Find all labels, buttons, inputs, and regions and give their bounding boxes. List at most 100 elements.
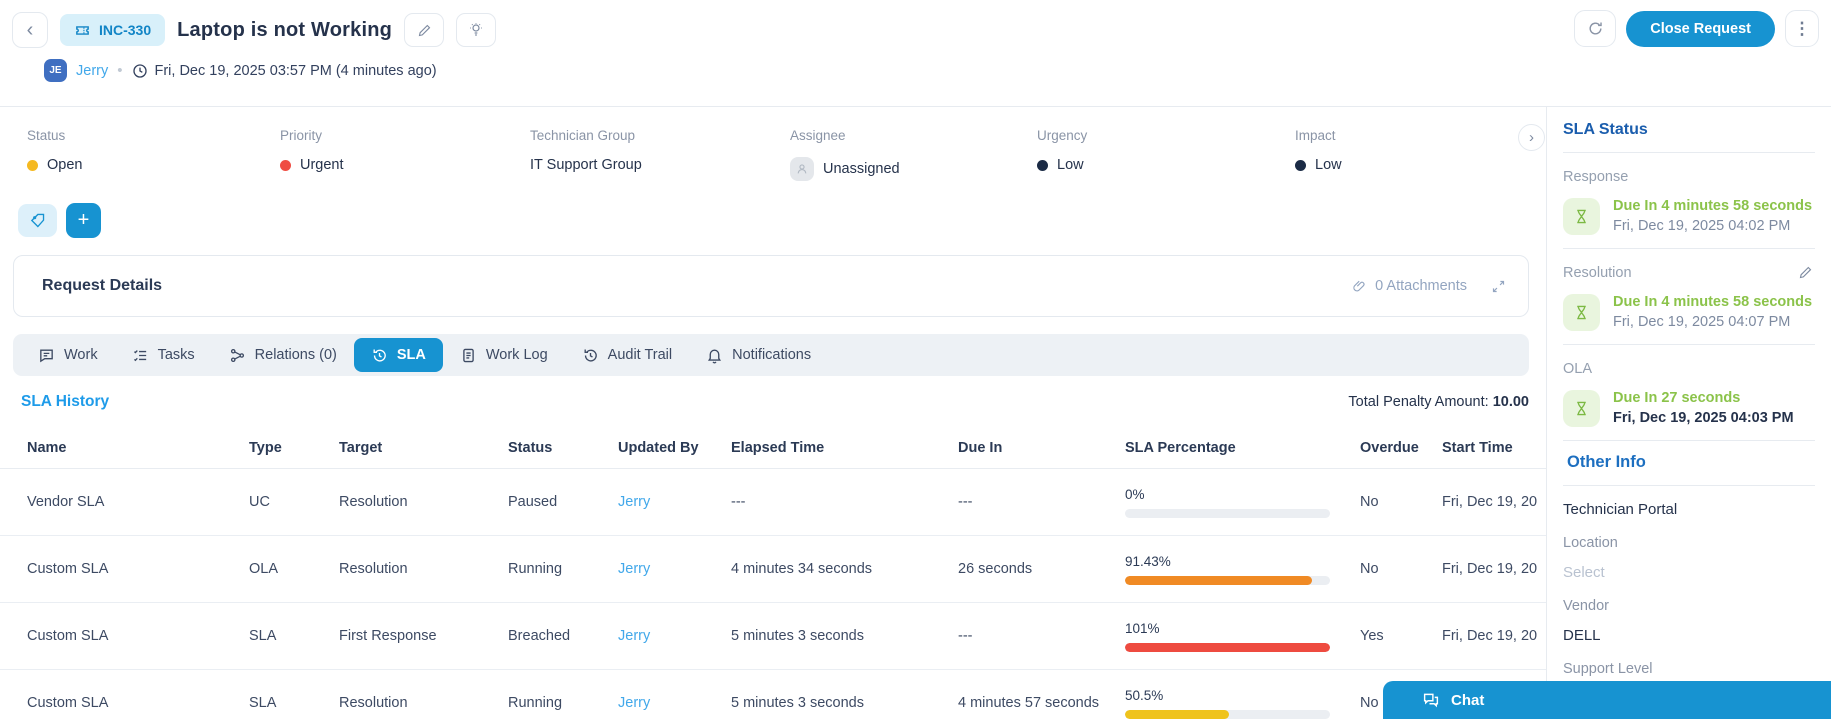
table-row[interactable]: Custom SLA OLA Resolution Running Jerry … — [0, 536, 1546, 603]
cell-target: Resolution — [339, 494, 408, 510]
sla-status-sidebar: SLA Status Response Due In 4 minutes 58 … — [1546, 107, 1831, 719]
idea-bulb-icon — [468, 22, 484, 38]
hourglass-icon — [1563, 198, 1600, 235]
hourglass-icon — [1563, 390, 1600, 427]
field-assignee[interactable]: Assignee Unassigned — [790, 128, 1037, 181]
field-status[interactable]: Status Open — [27, 128, 280, 181]
cell-due-in: --- — [958, 628, 973, 644]
cell-updated-by: Jerry — [618, 561, 731, 577]
cell-type: OLA — [249, 561, 279, 577]
sla-history-title: SLA History — [21, 393, 110, 410]
paperclip-icon — [1352, 279, 1367, 294]
ticket-icon — [74, 22, 91, 39]
tab-sla[interactable]: SLA — [353, 338, 443, 372]
support-level-label: Support Level — [1563, 661, 1653, 677]
tab-bar: Work Tasks Relations (0) SLA Work Log Au… — [13, 334, 1529, 376]
hourglass-icon — [1563, 294, 1600, 331]
cell-due-in: --- — [958, 494, 973, 510]
sla-history-table: Name Type Target Status Updated By Elaps… — [0, 427, 1546, 719]
divider — [1563, 485, 1815, 486]
sidebar-title: SLA Status — [1563, 121, 1648, 138]
sla-progress-bar — [1125, 709, 1330, 719]
updated-by-link[interactable]: Jerry — [618, 494, 650, 510]
checklist-icon — [132, 347, 149, 364]
tag-button[interactable] — [18, 204, 57, 237]
cell-name: Vendor SLA — [27, 494, 105, 510]
response-sla-block: Due In 4 minutes 58 seconds Fri, Dec 19,… — [1563, 198, 1815, 235]
requester-link[interactable]: Jerry — [76, 63, 108, 79]
table-row[interactable]: Vendor SLA UC Resolution Paused Jerry --… — [0, 469, 1546, 536]
edit-resolution-icon[interactable] — [1798, 265, 1813, 284]
chat-button[interactable]: Chat — [1383, 681, 1831, 719]
cell-start-time: Fri, Dec 19, 20 — [1442, 561, 1538, 577]
divider — [1563, 152, 1815, 153]
sla-progress-bar — [1125, 642, 1330, 652]
cell-name: Custom SLA — [27, 561, 109, 577]
add-tag-button[interactable]: + — [66, 203, 101, 238]
ticket-id: INC-330 — [99, 22, 152, 38]
table-row[interactable]: Custom SLA SLA First Response Breached J… — [0, 603, 1546, 670]
worklog-icon — [460, 347, 477, 364]
field-urgency[interactable]: Urgency Low — [1037, 128, 1295, 181]
updated-by-link[interactable]: Jerry — [618, 695, 650, 711]
cell-type: SLA — [249, 695, 277, 711]
ticket-fields-row: Status Open Priority Urgent Technician G… — [0, 107, 1546, 181]
divider — [1563, 248, 1815, 249]
tab-work-log[interactable]: Work Log — [443, 338, 565, 372]
priority-dot — [280, 159, 291, 171]
response-due: Due In 4 minutes 58 seconds — [1613, 198, 1813, 214]
cell-sla-percentage: 50.5% — [1125, 688, 1360, 719]
table-header-row: Name Type Target Status Updated By Elaps… — [0, 427, 1546, 469]
tab-work[interactable]: Work — [21, 338, 115, 372]
sla-progress-bar — [1125, 508, 1330, 518]
bell-icon — [706, 347, 723, 364]
table-body: Vendor SLA UC Resolution Paused Jerry --… — [0, 469, 1546, 719]
attachments-button[interactable]: 0 Attachments — [1352, 278, 1467, 294]
cell-updated-by: Jerry — [618, 628, 731, 644]
close-request-button[interactable]: Close Request — [1626, 10, 1775, 47]
location-label: Location — [1563, 535, 1618, 551]
audit-trail-icon — [582, 347, 599, 364]
technician-portal: Technician Portal — [1563, 501, 1678, 518]
cell-target: First Response — [339, 628, 437, 644]
location-select[interactable]: Select — [1563, 564, 1815, 581]
back-chevron-icon: ‹ — [26, 18, 34, 41]
request-details-title: Request Details — [42, 277, 163, 294]
created-time: Fri, Dec 19, 2025 03:57 PM (4 minutes ag… — [132, 63, 437, 79]
back-button[interactable]: ‹ — [12, 12, 48, 48]
divider — [1563, 440, 1815, 441]
cell-sla-percentage: 0% — [1125, 487, 1360, 518]
field-impact[interactable]: Impact Low — [1295, 128, 1546, 181]
field-priority[interactable]: Priority Urgent — [280, 128, 530, 181]
cell-start-time: Fri, Dec 19, 20 — [1442, 494, 1538, 510]
tab-notifications[interactable]: Notifications — [689, 338, 828, 372]
refresh-button[interactable] — [1574, 10, 1617, 47]
request-details-panel[interactable]: Request Details 0 Attachments — [13, 255, 1529, 317]
cell-elapsed-time: 5 minutes 3 seconds — [731, 695, 864, 711]
cell-start-time: Fri, Dec 19, 20 — [1442, 628, 1538, 644]
tab-audit-trail[interactable]: Audit Trail — [565, 338, 689, 372]
cell-sla-percentage: 91.43% — [1125, 554, 1360, 585]
cell-updated-by: Jerry — [618, 494, 731, 510]
urgency-dot — [1037, 159, 1048, 171]
expand-icon[interactable] — [1491, 279, 1506, 294]
table-row[interactable]: Custom SLA SLA Resolution Running Jerry … — [0, 670, 1546, 719]
tab-tasks[interactable]: Tasks — [115, 338, 212, 372]
clock-icon — [132, 63, 148, 79]
expand-fields-button[interactable]: › — [1518, 124, 1545, 151]
suggestion-button[interactable] — [456, 13, 497, 47]
tags-row: + — [0, 181, 1546, 238]
total-penalty: Total Penalty Amount: 10.00 — [1348, 394, 1529, 410]
ticket-id-badge[interactable]: INC-330 — [60, 14, 166, 46]
resolution-due: Due In 4 minutes 58 seconds — [1613, 294, 1813, 310]
more-actions-button[interactable]: ⋮ — [1785, 10, 1819, 47]
updated-by-link[interactable]: Jerry — [618, 561, 650, 577]
cell-target: Resolution — [339, 695, 408, 711]
field-technician-group[interactable]: Technician Group IT Support Group — [530, 128, 790, 181]
cell-due-in: 26 seconds — [958, 561, 1033, 577]
separator-dot: • — [117, 62, 123, 79]
cell-name: Custom SLA — [27, 628, 109, 644]
tab-relations[interactable]: Relations (0) — [212, 338, 354, 372]
updated-by-link[interactable]: Jerry — [618, 628, 650, 644]
edit-title-button[interactable] — [404, 13, 445, 47]
